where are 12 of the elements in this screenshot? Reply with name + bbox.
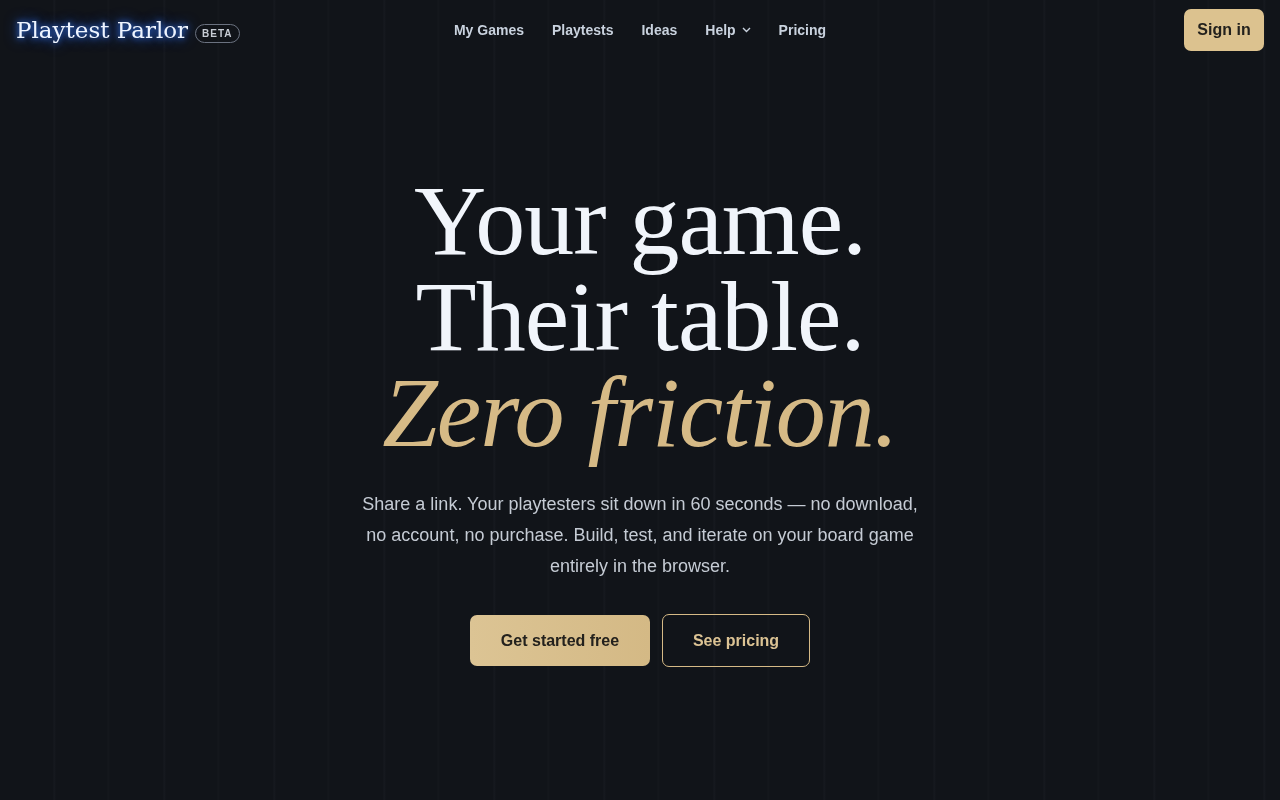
get-started-button[interactable]: Get started free xyxy=(470,615,650,666)
nav-link[interactable]: Ideas xyxy=(641,19,678,41)
nav-dropdown[interactable]: Help xyxy=(705,19,751,41)
sign-in-button[interactable]: Sign in xyxy=(1184,9,1264,51)
hero-description: Share a link. Your playtesters sit down in 60 seconds — no download, no account, no purchase. Build, test, and iterate on your board game entirely in the browser. xyxy=(361,493,919,578)
chevron-down-icon xyxy=(741,27,751,33)
hero-headline-accent: Zero friction. xyxy=(381,356,899,469)
nav-link[interactable]: My Games xyxy=(453,19,524,41)
logo-wordmark[interactable]: Playtest Parlor xyxy=(16,12,189,48)
nav-link[interactable]: Pricing xyxy=(778,19,827,41)
see-pricing-button[interactable]: See pricing xyxy=(662,614,810,667)
nav-link[interactable]: Playtests xyxy=(551,19,614,41)
